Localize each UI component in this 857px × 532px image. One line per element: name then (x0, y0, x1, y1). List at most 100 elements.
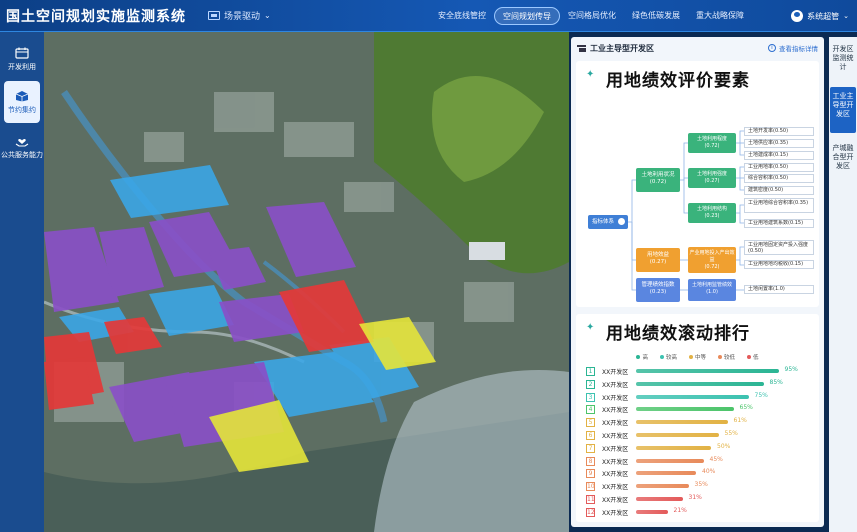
rank-zone-name: XX开发区 (602, 471, 629, 479)
rank-zone-name: XX开发区 (602, 381, 629, 389)
rank-zone-name: XX开发区 (602, 509, 629, 517)
node-label: 土地利用状况 (641, 172, 675, 178)
panel-title: 工业主导型开发区 (590, 43, 654, 53)
legend-dot (659, 355, 664, 359)
rank-bar (636, 509, 668, 514)
legend-label: 低 (753, 355, 759, 361)
ranking-row[interactable]: 9 XX开发区 40% (586, 468, 816, 480)
node-label: 用地效益 (646, 252, 669, 258)
rank-bar (636, 420, 728, 425)
sparkle-icon: ✦ (586, 322, 595, 333)
tree-leaf[interactable]: 建筑密度(0.50) (744, 186, 814, 195)
nav-item-safety[interactable]: 安全底线管控 (430, 7, 494, 25)
rank-bar (636, 458, 704, 463)
ranking-row[interactable]: 11 XX开发区 31% (586, 494, 816, 506)
tree-leaf[interactable]: 工业用地固定资产投入强度(0.50) (744, 240, 814, 255)
ranking-row[interactable]: 12 XX开发区 21% (586, 507, 816, 519)
ranking-row[interactable]: 6 XX开发区 55% (586, 430, 816, 442)
nav-item-transmission[interactable]: 空间规划传导 (494, 7, 560, 25)
nav-item-strategy[interactable]: 重大战略保障 (688, 7, 752, 25)
legend-dot (636, 355, 641, 359)
legend-dot (718, 355, 722, 359)
rank-bar (636, 369, 779, 373)
menu-icon (577, 44, 586, 52)
rank-percent: 85% (769, 378, 783, 386)
tab-industry-city-zone[interactable]: 产城融合型开发区 (830, 139, 856, 185)
tree-leaf[interactable]: 工业用地综合容积率(0.35) (744, 198, 814, 213)
rank-percent: 55% (724, 430, 738, 437)
tree-l1-node[interactable]: 土地利用状况 (0.72) (636, 168, 680, 192)
tree-l2-node[interactable]: 土地利用监管绩效 (1.0) (688, 279, 736, 301)
rank-number: 11 (586, 495, 595, 504)
tree-leaf[interactable]: 工业用地建筑系数(0.15) (744, 219, 814, 228)
ranking-row[interactable]: 3 XX开发区 75% (586, 392, 816, 404)
tree-leaf[interactable]: 土地建成率(0.15) (744, 151, 814, 160)
rank-number: 5 (586, 418, 595, 428)
rank-number: 8 (586, 456, 595, 466)
node-value: (0.27) (704, 178, 720, 184)
tree-leaf[interactable]: 土地开发率(0.50) (744, 127, 814, 136)
nav-item-pattern[interactable]: 空间格局优化 (560, 7, 624, 25)
tree-leaf[interactable]: 工业用地率(0.50) (744, 163, 814, 172)
tree-l2-node[interactable]: 产业用地投入产出效益 (0.72) (688, 247, 736, 273)
rank-number: 4 (586, 405, 595, 415)
rank-number: 12 (586, 507, 595, 517)
ranking-row[interactable]: 5 XX开发区 61% (586, 417, 816, 429)
tree-l2-node[interactable]: 土地利用结构 (0.23) (688, 203, 736, 223)
ranking-row[interactable]: 1 XX开发区 95% (586, 366, 816, 378)
tab-industrial-zone[interactable]: 工业主导型开发区 (830, 87, 856, 133)
ranking-row[interactable]: 2 XX开发区 85% (586, 379, 816, 391)
legend-dot (688, 355, 693, 359)
tree-leaf[interactable]: 土地供应率(0.35) (744, 139, 814, 148)
rank-zone-name: XX开发区 (602, 369, 629, 376)
view-detail-label: 查看指标详情 (779, 45, 818, 53)
rank-bar (636, 381, 764, 386)
scene-selector[interactable]: 场景驱动 ⌄ (208, 9, 271, 22)
tree-l1-node[interactable]: 管理绩效指数 (0.23) (636, 278, 680, 302)
map-viewport[interactable] (44, 32, 569, 532)
sidebar-item-label: 公共服务能力 (1, 150, 43, 159)
tree-leaf[interactable]: 综合容积率(0.50) (744, 174, 814, 183)
rank-percent: 45% (709, 455, 723, 463)
chevron-down-icon: ⌄ (843, 12, 849, 20)
nav-item-green[interactable]: 绿色低碳发展 (624, 7, 688, 25)
tree-leaf[interactable]: 工业用地地均税收(0.15) (744, 260, 814, 269)
tree-l2-node[interactable]: 土地利用强度 (0.27) (688, 168, 736, 188)
tree-leaf[interactable]: 土地闲置率(1.0) (744, 285, 814, 294)
rank-percent: 40% (702, 468, 716, 476)
ranking-card: ✦ 用地绩效滚动排行 高 较高 中等 较低 低 1 XX开发区 95% 2 XX开发区 8… (576, 314, 819, 522)
ranking-row[interactable]: 4 XX开发区 65% (586, 404, 816, 416)
tree-l1-node[interactable]: 用地效益 (0.27) (636, 248, 680, 272)
rank-zone-name: XX开发区 (602, 433, 629, 440)
rank-number: 6 (586, 431, 595, 440)
node-label: 土地利用监管绩效 (691, 282, 732, 288)
rank-percent: 65% (739, 404, 753, 412)
rank-zone-name: XX开发区 (602, 497, 629, 504)
rank-percent: 35% (694, 481, 708, 489)
top-header: 国土空间规划实施监测系统 场景驱动 ⌄ 安全底线管控 空间规划传导 空间格局优化… (0, 0, 857, 32)
rank-bar (636, 394, 749, 399)
node-value: (0.72) (649, 179, 667, 185)
node-value: (0.72) (704, 143, 720, 149)
view-detail-link[interactable]: i 查看指标详情 (768, 43, 818, 53)
node-label: 土地利用结构 (696, 206, 727, 212)
ranking-row[interactable]: 7 XX开发区 50% (586, 443, 816, 455)
tab-dev-zone-stats[interactable]: 开发区监测统计 (830, 43, 856, 79)
node-value: (0.23) (649, 289, 667, 295)
scene-label: 场景驱动 (224, 12, 261, 22)
sidebar-item-development[interactable]: 开发利用 (0, 38, 44, 80)
user-menu[interactable]: 系统超管 ⌄ (791, 0, 849, 32)
tree-l2-node[interactable]: 土地利用程度 (0.72) (688, 133, 736, 153)
right-tab-bar: 开发区监测统计 工业主导型开发区 产城融合型开发区 (829, 37, 857, 532)
avatar-icon (791, 10, 804, 22)
calendar-icon (15, 47, 29, 59)
ranking-row[interactable]: 10 XX开发区 35% (586, 481, 816, 493)
ranking-row[interactable]: 8 XX开发区 45% (586, 456, 816, 468)
legend-label: 较低 (724, 355, 736, 361)
panel-header: 工业主导型开发区 i 查看指标详情 (571, 37, 824, 59)
sidebar-item-public-service[interactable]: 公共服务能力 (0, 126, 44, 168)
tree-root-node[interactable]: 指标体系 (588, 215, 628, 229)
sidebar-item-intensive[interactable]: 节约集约 (4, 81, 40, 123)
node-value: (0.27) (649, 259, 667, 265)
node-label: 土地利用程度 (696, 136, 727, 142)
